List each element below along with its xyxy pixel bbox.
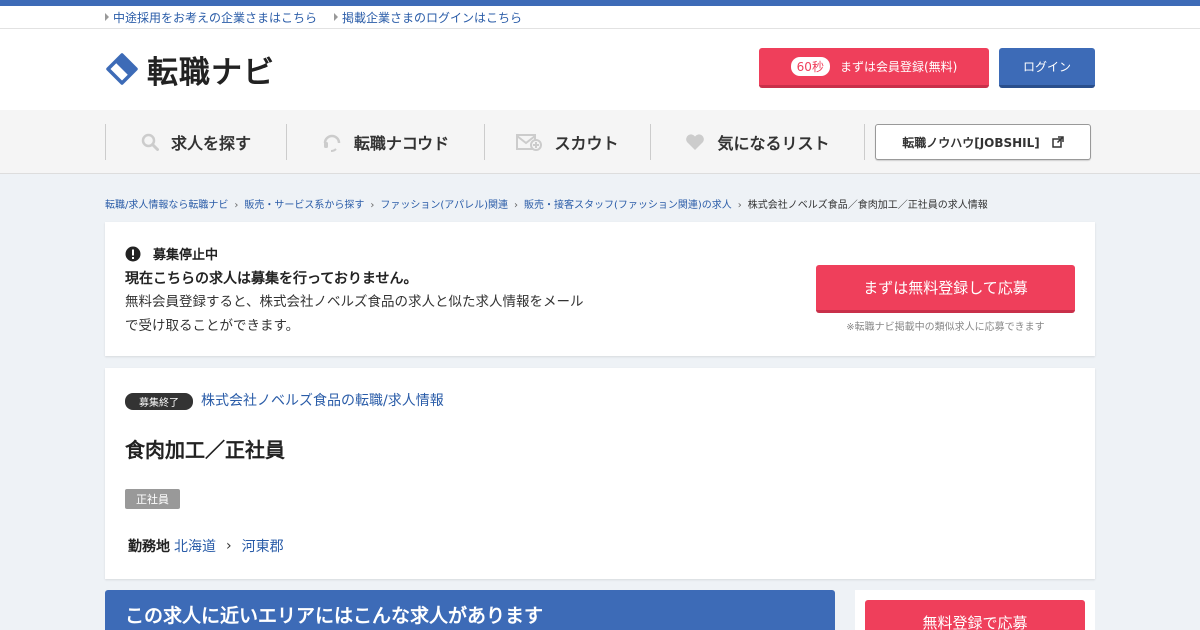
logo-text: 転職ナビ — [147, 54, 275, 91]
breadcrumb-link[interactable]: 転職/求人情報なら転職ナビ — [105, 200, 228, 211]
site-header: 転職ナビ 60秒 まずは会員登録(無料) ログイン — [0, 29, 1200, 110]
nearby-jobs-title: この求人に近いエリアにはこんな求人があります — [125, 605, 544, 627]
register-label: まずは会員登録(無料) — [839, 60, 958, 74]
breadcrumb-link[interactable]: ファッション(アパレル)関連 — [380, 200, 508, 211]
corporate-recruit-link[interactable]: 中途採用をお考えの企業さまはこちら — [105, 9, 317, 26]
nav-item-job-search[interactable]: 求人を探す — [106, 110, 286, 174]
recruitment-ended-badge: 募集終了 — [125, 393, 193, 410]
nav-label: スカウト — [554, 134, 619, 153]
search-icon — [141, 133, 159, 151]
apply-note: ※転職ナビ掲載中の類似求人に応募できます — [846, 322, 1045, 333]
nearby-jobs-header: この求人に近いエリアにはこんな求人があります — [105, 590, 835, 630]
chevron-right-icon: › — [226, 538, 232, 554]
site-logo[interactable]: 転職ナビ — [105, 51, 275, 91]
notice-body: 無料会員登録すると、株式会社ノベルズ食品の求人と似た求人情報をメールで受け取るこ… — [125, 294, 584, 334]
recruitment-stopped-notice: 募集停止中 現在こちらの求人は募集を行っておりません。 無料会員登録すると、株式… — [105, 222, 1095, 356]
employment-type-tag: 正社員 — [125, 489, 180, 509]
utility-bar: 中途採用をお考えの企業さまはこちら 掲載企業さまのログインはこちら — [0, 6, 1200, 29]
corporate-login-link[interactable]: 掲載企業さまのログインはこちら — [334, 9, 522, 26]
work-location: 勤務地 北海道 › 河東郡 — [128, 536, 284, 556]
caret-right-icon — [105, 13, 109, 21]
notice-status: 募集停止中 — [125, 244, 218, 263]
job-card: 募集終了 株式会社ノベルズ食品の転職/求人情報 食肉加工／正社員 正社員 勤務地… — [105, 368, 1095, 579]
prefecture-link[interactable]: 北海道 — [174, 536, 216, 556]
mail-plus-icon — [516, 134, 543, 151]
register-button[interactable]: 60秒 まずは会員登録(無料) — [759, 48, 989, 88]
breadcrumb-chevron-icon: › — [513, 200, 518, 211]
nav-divider — [864, 124, 865, 160]
location-label: 勤務地 — [128, 539, 170, 555]
headset-icon — [323, 134, 341, 152]
heart-icon — [686, 134, 705, 150]
nav-item-favorites[interactable]: 気になるリスト — [651, 110, 864, 174]
breadcrumb-link[interactable]: 販売・サービス系から探す — [244, 200, 364, 211]
nav-label: 転職ナコウド — [353, 134, 450, 153]
breadcrumb: 転職/求人情報なら転職ナビ › 販売・サービス系から探す › ファッション(アパレル)関… — [105, 196, 988, 211]
external-link-icon — [1052, 136, 1064, 148]
breadcrumb-current: 株式会社ノベルズ食品／食肉加工／正社員の求人情報 — [747, 200, 988, 211]
caret-right-icon — [334, 13, 338, 21]
corporate-recruit-label: 中途採用をお考えの企業さまはこちら — [113, 11, 318, 25]
job-title: 食肉加工／正社員 — [125, 438, 285, 462]
breadcrumb-chevron-icon: › — [737, 200, 742, 211]
login-button[interactable]: ログイン — [999, 48, 1095, 88]
jobshil-label: 転職ノウハウ[JOBSHIL] — [902, 135, 1040, 150]
logo-mark-icon — [106, 53, 138, 85]
nav-item-scout[interactable]: スカウト — [485, 110, 650, 174]
corporate-login-label: 掲載企業さまのログインはこちら — [342, 11, 523, 25]
city-link[interactable]: 河東郡 — [242, 536, 284, 556]
register-time-badge: 60秒 — [790, 57, 830, 76]
nav-label: 求人を探す — [170, 134, 251, 153]
register-and-apply-button[interactable]: まずは無料登録して応募 — [816, 265, 1075, 313]
notice-heading: 現在こちらの求人は募集を行っておりません。 — [125, 271, 418, 287]
exclamation-circle-icon — [125, 246, 141, 261]
main-nav: 求人を探す 転職ナコウド スカウト 気になるリスト 転職ノウハウ[JOBSHIL… — [0, 110, 1200, 174]
breadcrumb-chevron-icon: › — [370, 200, 375, 211]
nav-label: 気になるリスト — [717, 134, 830, 153]
notice-status-label: 募集停止中 — [153, 248, 219, 263]
breadcrumb-chevron-icon: › — [234, 200, 239, 211]
nav-item-nakoudo[interactable]: 転職ナコウド — [287, 110, 484, 174]
side-register-apply-button[interactable]: 無料登録で応募 — [865, 600, 1085, 630]
side-apply-box: 無料登録で応募 — [855, 590, 1095, 630]
breadcrumb-link[interactable]: 販売・接客スタッフ(ファッション関連)の求人 — [524, 200, 732, 211]
jobshil-button[interactable]: 転職ノウハウ[JOBSHIL] — [875, 124, 1091, 160]
company-link[interactable]: 株式会社ノベルズ食品の転職/求人情報 — [201, 390, 444, 410]
